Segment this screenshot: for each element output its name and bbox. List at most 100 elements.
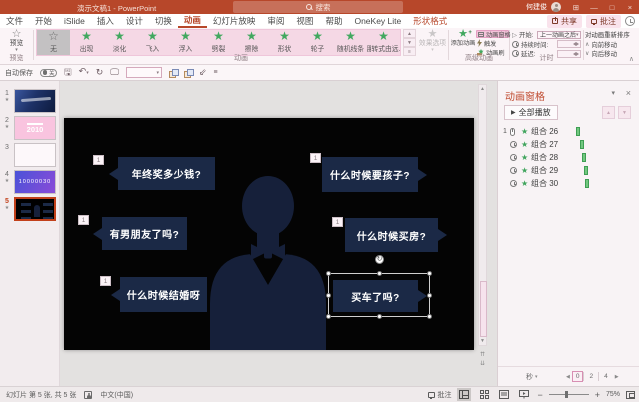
reading-view-button[interactable] bbox=[497, 388, 511, 401]
maximize-icon[interactable]: □ bbox=[603, 0, 621, 14]
animation-tag[interactable]: 1 bbox=[100, 276, 111, 286]
tab-insert[interactable]: 插入 bbox=[91, 14, 120, 28]
speech-bubble[interactable]: 年终奖多少钱? bbox=[109, 157, 215, 190]
pane-menu-icon[interactable]: ▾ bbox=[611, 89, 615, 97]
speech-bubble[interactable]: 什么时候要孩子? bbox=[322, 157, 427, 192]
search-box[interactable]: 搜索 bbox=[233, 1, 403, 13]
tab-onekey-lite[interactable]: OneKey Lite bbox=[348, 14, 407, 28]
duration-field[interactable] bbox=[557, 40, 581, 48]
animation-tag[interactable]: 1 bbox=[78, 215, 89, 225]
animation-item[interactable]: ★ 组合 30 bbox=[500, 177, 637, 190]
speech-bubble[interactable]: 有男朋友了吗? bbox=[93, 217, 187, 250]
timeline-left-icon[interactable]: ◀ bbox=[564, 374, 572, 380]
resize-handle[interactable] bbox=[427, 293, 432, 298]
scroll-up-icon[interactable]: ▲ bbox=[480, 85, 485, 93]
account-area[interactable]: 何建俊 bbox=[526, 0, 561, 14]
avatar[interactable] bbox=[551, 2, 561, 12]
scrollbar-thumb[interactable] bbox=[480, 281, 487, 337]
timeline-tick[interactable]: 2 bbox=[583, 372, 598, 381]
resize-handle[interactable] bbox=[377, 271, 382, 276]
slide-editing-area[interactable]: 1 1 1 1 1 年终奖多少钱? 有男朋友了吗? 什么时候结婚呀 什么时候要孩… bbox=[64, 118, 474, 350]
previous-slide-button[interactable]: ⇈ bbox=[480, 351, 485, 358]
scroll-down-icon[interactable]: ▼ bbox=[480, 337, 485, 345]
autosave-toggle[interactable]: 关 bbox=[40, 68, 57, 77]
pane-close-icon[interactable]: × bbox=[626, 88, 631, 98]
time-unit-dropdown[interactable]: 秒 ▾ bbox=[526, 372, 538, 382]
anim-shape[interactable]: ★ 形状 bbox=[268, 30, 301, 55]
thumbnail-slide-3[interactable]: 3 bbox=[0, 143, 59, 167]
tab-file[interactable]: 文件 bbox=[0, 14, 29, 28]
thumbnail-slide-1[interactable]: 1 ★ bbox=[0, 89, 59, 113]
gallery-down-icon[interactable]: ▼ bbox=[403, 38, 416, 47]
tab-home[interactable]: 开始 bbox=[29, 14, 58, 28]
timeline-tick[interactable]: 4 bbox=[598, 372, 613, 381]
slideshow-button[interactable] bbox=[517, 388, 531, 401]
tab-slideshow[interactable]: 幻灯片放映 bbox=[207, 14, 262, 28]
collapse-ribbon-icon[interactable]: ∧ bbox=[629, 55, 634, 63]
effect-options-button[interactable]: ★ 效果选项 ▾ bbox=[418, 29, 447, 56]
slide-1-thumbnail[interactable] bbox=[14, 89, 56, 113]
animation-item[interactable]: 1 ★ 组合 26 bbox=[500, 125, 637, 138]
anim-fade[interactable]: ★ 淡化 bbox=[103, 30, 136, 55]
tab-islide[interactable]: iSlide bbox=[58, 14, 91, 28]
diagonal-arrow-icon[interactable]: ⇙ bbox=[199, 68, 207, 77]
pane-move-up-button[interactable]: ▲ bbox=[602, 106, 615, 119]
close-icon[interactable]: × bbox=[621, 0, 639, 14]
thumbnail-slide-4[interactable]: 4 ★ 10000030 bbox=[0, 170, 59, 194]
comments-status-button[interactable]: 批注 bbox=[428, 390, 451, 400]
animation-item[interactable]: ★ 组合 27 bbox=[500, 138, 637, 151]
timeline-right-icon[interactable]: ▶ bbox=[613, 374, 621, 380]
zoom-out-button[interactable]: − bbox=[537, 390, 542, 400]
redo-icon[interactable]: ↻ bbox=[96, 68, 104, 77]
tab-help[interactable]: 帮助 bbox=[319, 14, 348, 28]
anim-flip[interactable]: ★翻转式由远.. bbox=[367, 30, 400, 55]
preview-button[interactable]: ☆ 预览 ▾ bbox=[2, 29, 31, 56]
anim-none[interactable]: ☆ 无 bbox=[37, 30, 70, 55]
arrange-icon[interactable] bbox=[183, 68, 194, 78]
slide-2-thumbnail[interactable]: 2010 bbox=[14, 116, 56, 140]
zoom-slider-knob[interactable] bbox=[564, 391, 568, 398]
anim-appear[interactable]: ★ 出现 bbox=[70, 30, 103, 55]
slide-sorter-button[interactable] bbox=[477, 388, 491, 401]
pane-move-down-button[interactable]: ▼ bbox=[618, 106, 631, 119]
tab-review[interactable]: 审阅 bbox=[261, 14, 290, 28]
animation-pane-button[interactable]: 动画窗格 bbox=[476, 30, 511, 39]
slide-counter[interactable]: 幻灯片 第 5 张, 共 5 张 bbox=[6, 390, 76, 400]
clock-icon[interactable] bbox=[625, 16, 635, 26]
next-slide-button[interactable]: ⇊ bbox=[480, 360, 485, 367]
resize-handle[interactable] bbox=[326, 293, 331, 298]
ribbon-display-options-icon[interactable]: ⊞ bbox=[567, 0, 585, 14]
anim-split[interactable]: ★ 劈裂 bbox=[202, 30, 235, 55]
resize-handle[interactable] bbox=[326, 314, 331, 319]
slide-3-thumbnail[interactable] bbox=[14, 143, 56, 167]
save-icon[interactable]: 🖫 bbox=[64, 68, 72, 77]
tab-design[interactable]: 设计 bbox=[120, 14, 149, 28]
resize-handle[interactable] bbox=[326, 271, 331, 276]
resize-handle[interactable] bbox=[377, 314, 382, 319]
thumbnail-slide-5[interactable]: 5 ★ bbox=[0, 197, 59, 221]
zoom-level[interactable]: 75% bbox=[606, 391, 620, 398]
speech-bubble[interactable]: 什么时候结婚呀 bbox=[111, 277, 207, 312]
add-animation-button[interactable]: ★ + 添加动画 bbox=[450, 29, 476, 56]
zoom-in-button[interactable]: + bbox=[595, 390, 600, 400]
timeline-bar[interactable] bbox=[582, 153, 586, 162]
slideshow-from-start-icon[interactable]: 🖵 bbox=[110, 68, 119, 77]
slide-5-thumbnail[interactable] bbox=[14, 197, 56, 221]
anim-wipe[interactable]: ★ 擦除 bbox=[235, 30, 268, 55]
start-select[interactable]: 上一动画之后 ▾ bbox=[537, 30, 581, 39]
anim-random-bars[interactable]: ★ 随机线条 bbox=[334, 30, 367, 55]
timeline-tick[interactable]: 0 bbox=[571, 371, 584, 382]
resize-handle[interactable] bbox=[427, 271, 432, 276]
anim-fly-in[interactable]: ★ 飞入 bbox=[136, 30, 169, 55]
animation-tag[interactable]: 1 bbox=[310, 153, 321, 163]
animation-item[interactable]: ★ 组合 29 bbox=[500, 164, 637, 177]
language-indicator[interactable]: 中文(中国) bbox=[100, 390, 133, 400]
animation-item[interactable]: ★ 组合 28 bbox=[500, 151, 637, 164]
resize-handle[interactable] bbox=[427, 314, 432, 319]
qat-dropdown[interactable]: ▾ bbox=[125, 67, 162, 78]
tab-animations[interactable]: 动画 bbox=[177, 14, 207, 28]
normal-view-button[interactable] bbox=[457, 388, 472, 401]
more-options-icon[interactable]: ≡ bbox=[214, 68, 218, 77]
anim-float-in[interactable]: ★ 浮入 bbox=[169, 30, 202, 55]
undo-icon[interactable]: ↶▾ bbox=[79, 67, 89, 78]
